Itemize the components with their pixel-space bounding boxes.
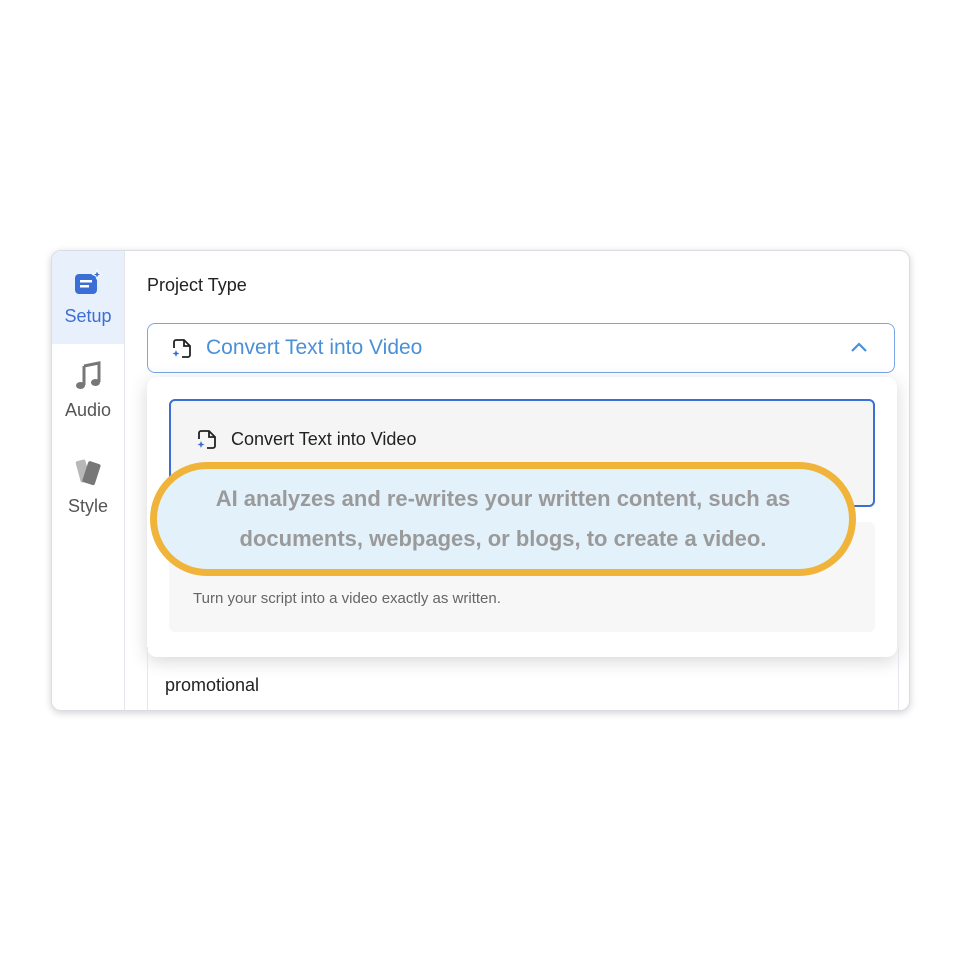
music-note-icon (73, 361, 103, 396)
chevron-up-icon[interactable] (850, 340, 868, 359)
select-value: Convert Text into Video (206, 336, 423, 359)
sidebar-item-style[interactable]: Style (52, 447, 124, 527)
sidebar-item-label: Style (67, 496, 109, 516)
sidebar-item-label: Audio (64, 400, 112, 420)
project-type-select[interactable]: Convert Text into Video (147, 323, 895, 373)
description-callout: AI analyzes and re-writes your written c… (150, 462, 856, 576)
style-swatch-icon (72, 457, 104, 492)
section-title: Project Type (147, 275, 247, 295)
sidebar-item-label: Setup (64, 305, 112, 326)
option-title: Convert Text into Video (231, 429, 417, 449)
text-to-video-icon (195, 427, 219, 456)
sidebar: Setup Audio Style (52, 251, 125, 710)
below-field: promotional (147, 647, 899, 710)
option-description: Turn your script into a video exactly as… (193, 590, 501, 607)
text-to-video-icon (170, 336, 194, 360)
below-field-text: promotional (165, 675, 260, 695)
setup-icon (73, 268, 103, 302)
callout-text: AI analyzes and re-writes your written c… (215, 486, 791, 551)
sidebar-item-setup[interactable]: Setup (52, 251, 124, 344)
sidebar-item-audio[interactable]: Audio (52, 351, 124, 431)
